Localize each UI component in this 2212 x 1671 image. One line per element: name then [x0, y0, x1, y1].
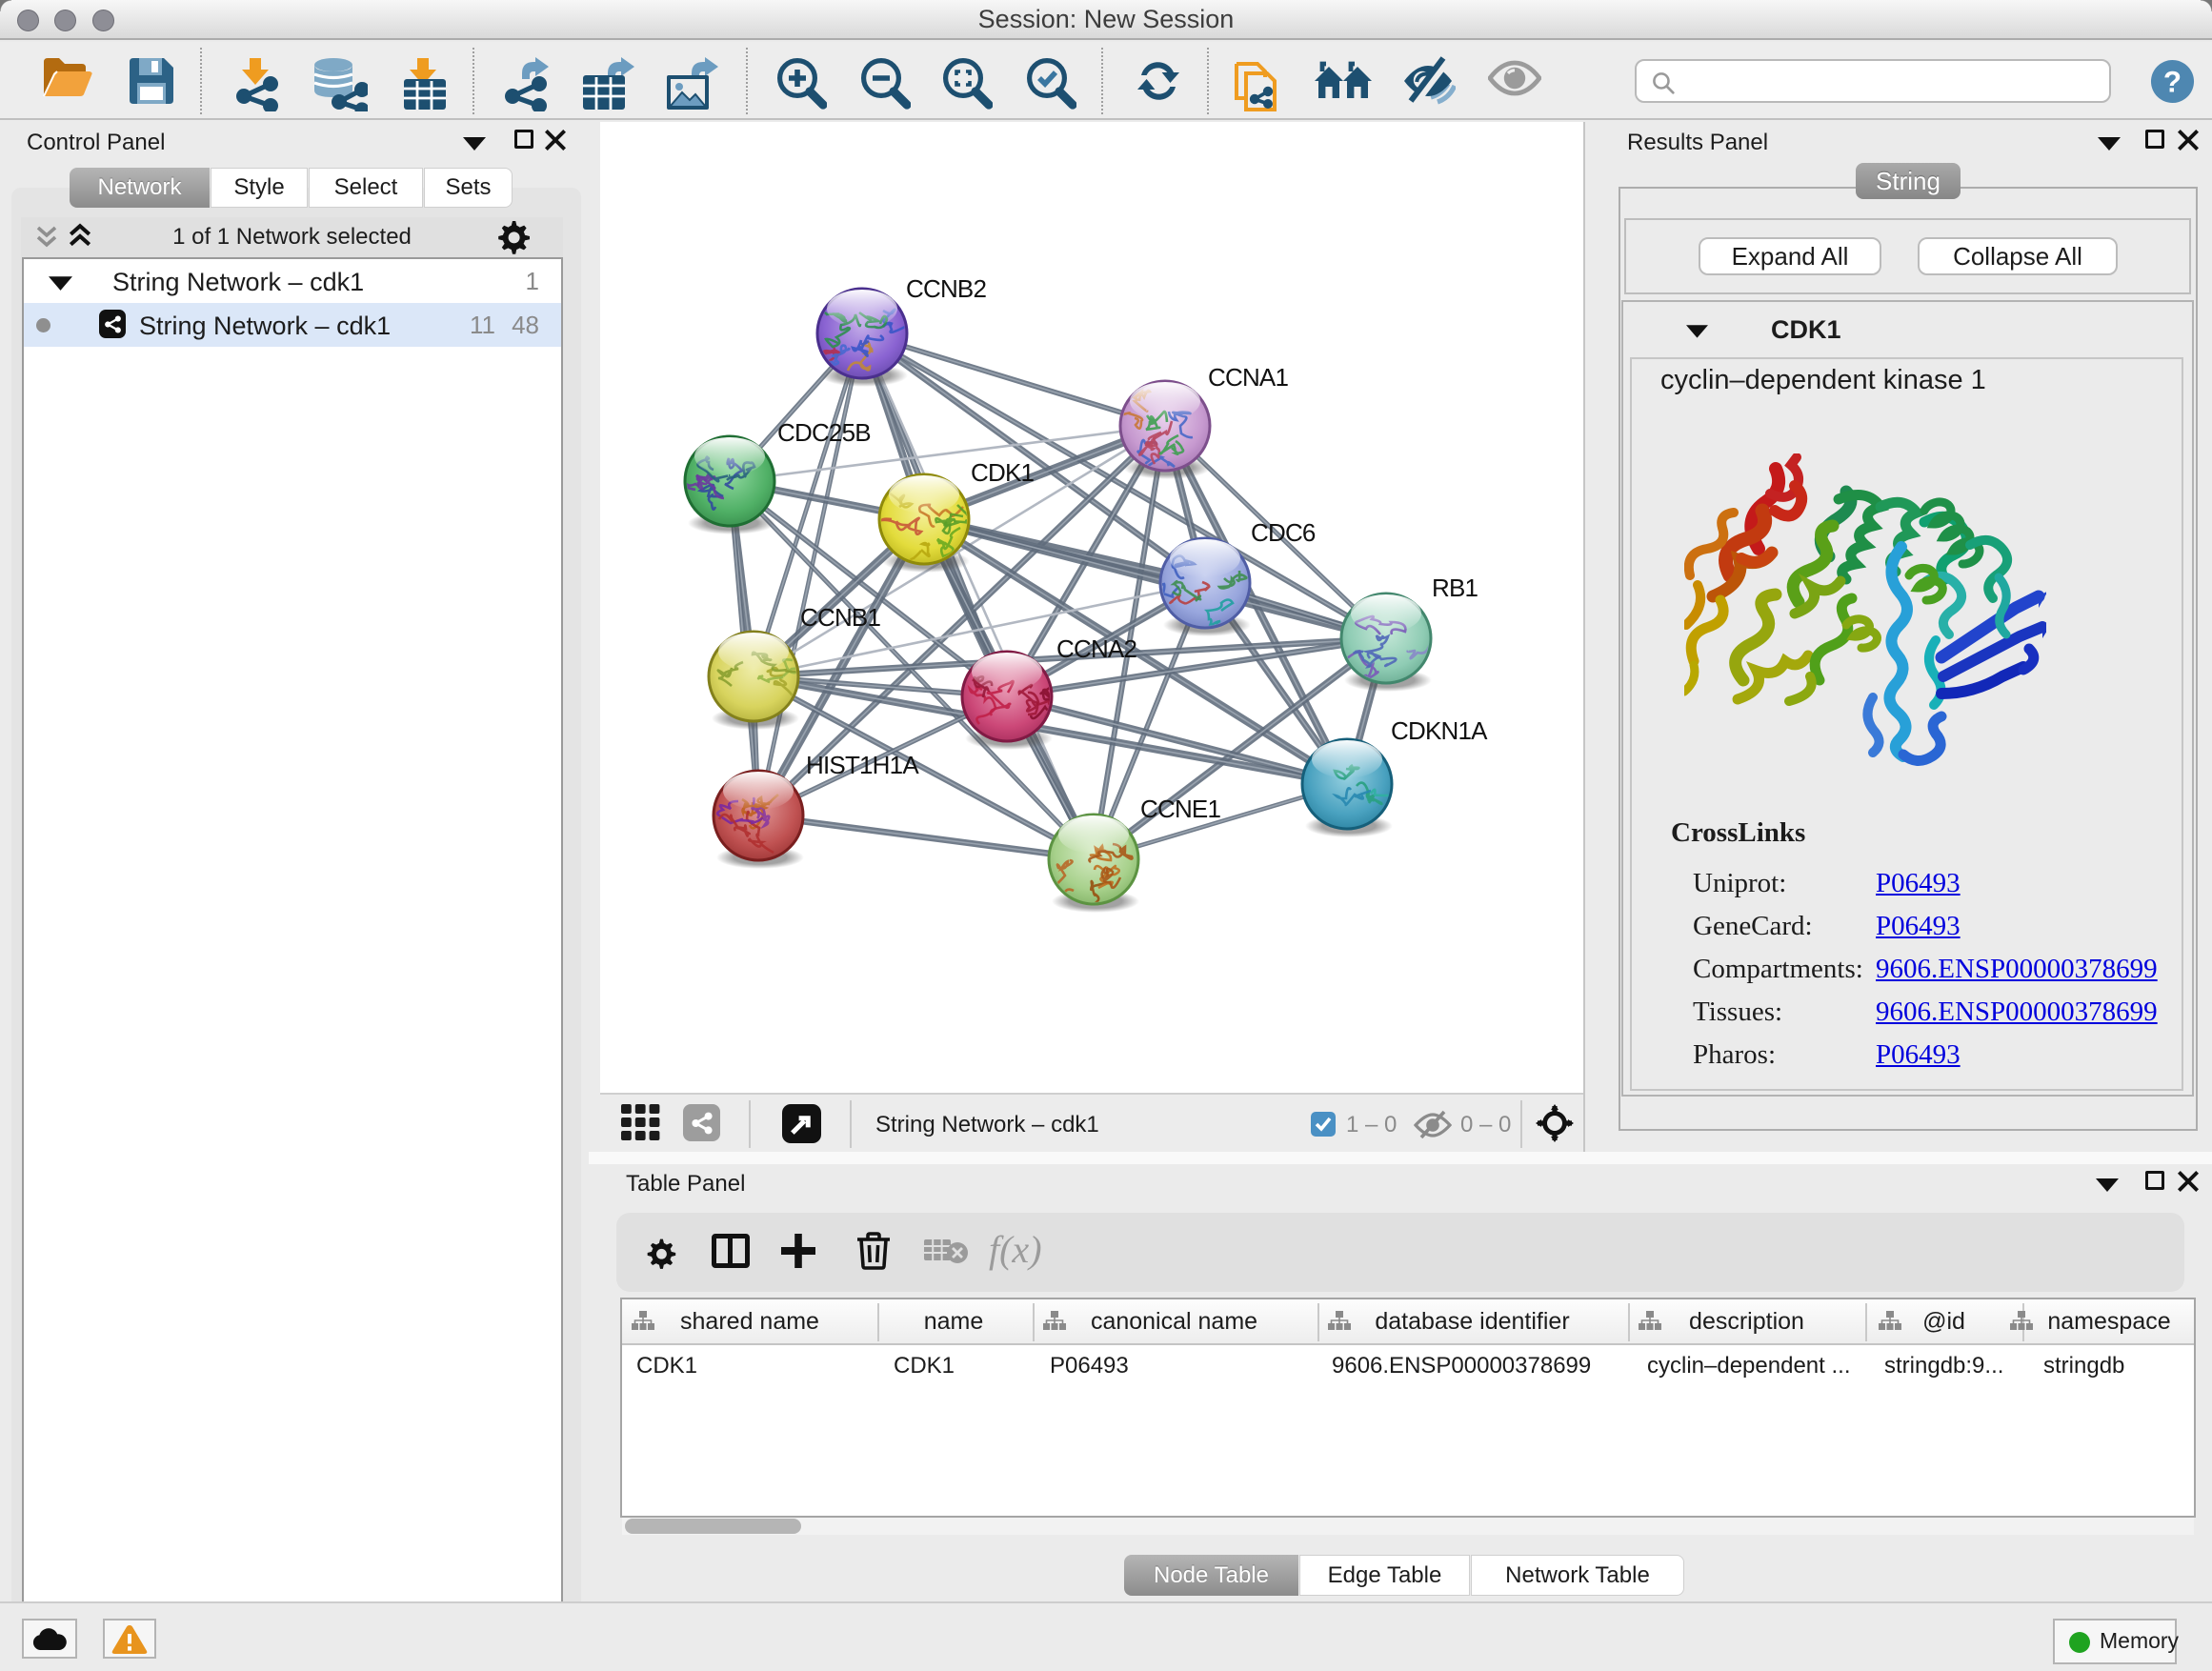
svg-text:?: ?	[2163, 65, 2182, 98]
svg-text:CCNA1: CCNA1	[1208, 363, 1288, 392]
svg-text:CDC6: CDC6	[1251, 518, 1316, 547]
svg-text:HIST1H1A: HIST1H1A	[806, 751, 919, 779]
svg-text:CCNB1: CCNB1	[800, 603, 880, 632]
svg-text:CCNA2: CCNA2	[1056, 634, 1136, 663]
svg-text:RB1: RB1	[1432, 574, 1478, 602]
svg-text:CDKN1A: CDKN1A	[1391, 716, 1488, 745]
svg-text:CCNE1: CCNE1	[1140, 795, 1220, 823]
svg-text:CCNB2: CCNB2	[906, 274, 986, 303]
svg-text:CDC25B: CDC25B	[777, 418, 871, 447]
svg-text:CDK1: CDK1	[971, 458, 1034, 487]
